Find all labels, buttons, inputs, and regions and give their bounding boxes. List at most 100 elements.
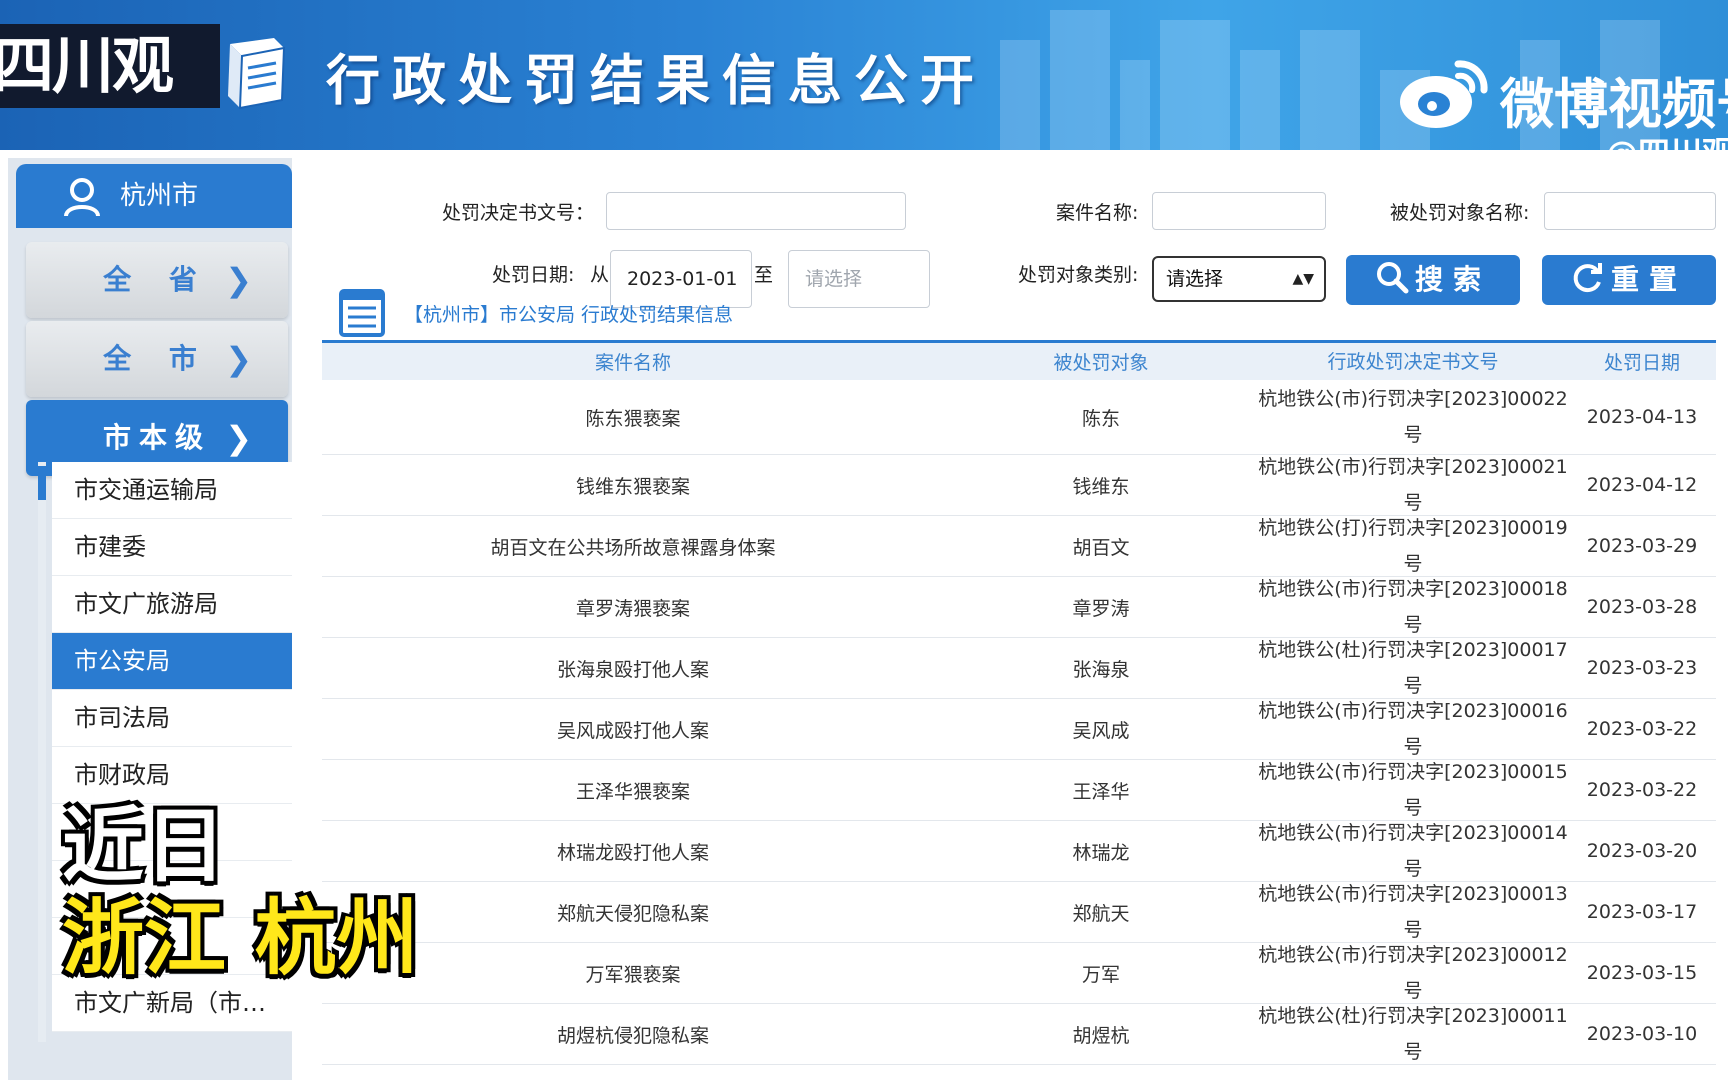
city-header[interactable]: 杭州市 — [16, 164, 292, 228]
cell-date: 2023-03-22 — [1586, 779, 1698, 801]
table-row[interactable]: 章罗涛猥亵案 章罗涛 杭地铁公(市)行罚决字[2023]00018号 2023-03-… — [322, 577, 1716, 638]
info-link[interactable]: 【杭州市】市公安局 行政处罚结果信息 — [404, 300, 733, 327]
table-row[interactable]: 张海泉殴打他人案 张海泉 杭地铁公(杜)行罚决字[2023]00017号 2023-0… — [322, 638, 1716, 699]
cell-case-name: 张海泉殴打他人案 — [556, 658, 709, 681]
header-date: 处罚日期 — [1603, 352, 1680, 374]
category-select-value: 请选择 — [1166, 268, 1224, 290]
cell-date: 2023-04-12 — [1586, 474, 1698, 496]
table-body: 陈东猥亵案 陈东 杭地铁公(市)行罚决字[2023]00022号 2023-04-13… — [322, 380, 1716, 1065]
header-case-name: 案件名称 — [594, 352, 671, 374]
caption-line-2: 浙江 杭州 — [62, 890, 419, 986]
select-arrows-icon: ▲▼ — [1292, 271, 1314, 287]
cell-target: 王泽华 — [1072, 780, 1130, 803]
scrollbar-thumb[interactable] — [38, 466, 46, 500]
search-button-label: 搜索 — [1414, 263, 1491, 296]
reset-button-label: 重置 — [1610, 263, 1687, 296]
watermark-handle: @四川观察 — [1606, 128, 1728, 150]
weibo-icon — [1400, 60, 1488, 128]
book-icon — [228, 38, 286, 110]
reset-button[interactable]: 重置 — [1542, 255, 1716, 305]
doc-number-label: 处罚决定书文号： — [442, 202, 595, 224]
table-row[interactable]: 吴风成殴打他人案 吴风成 杭地铁公(市)行罚决字[2023]00016号 2023-0… — [322, 699, 1716, 760]
sidebar-item-construction[interactable]: 市建委 — [52, 519, 292, 576]
sidebar-item-justice[interactable]: 市司法局 — [52, 690, 292, 747]
sidebar-button-city[interactable]: 全 市 ❯ — [26, 321, 288, 397]
table-row[interactable]: 王泽华猥亵案 王泽华 杭地铁公(市)行罚决字[2023]00015号 2023-03-… — [322, 760, 1716, 821]
scrollbar-track[interactable] — [38, 462, 46, 1042]
doc-number-input[interactable] — [606, 192, 906, 230]
date-from-label: 从 — [590, 264, 610, 286]
cell-target: 林瑞龙 — [1072, 841, 1130, 864]
cell-case-name: 吴风成殴打他人案 — [556, 719, 709, 742]
caption-line-1: 近日 — [62, 798, 227, 894]
cell-target: 胡百文 — [1072, 536, 1130, 559]
cell-target: 钱维东 — [1072, 475, 1130, 498]
date-label: 处罚日期: — [492, 264, 575, 286]
category-label: 处罚对象类别: — [1018, 264, 1139, 286]
page-title: 行政处罚结果信息公开 — [326, 49, 986, 112]
channel-logo: 四川观察 — [0, 24, 220, 108]
cell-target: 陈东 — [1081, 407, 1120, 430]
cell-date: 2023-03-28 — [1586, 596, 1698, 618]
cell-case-name: 钱维东猥亵案 — [575, 475, 690, 498]
main-panel: 杭州市 全 省 ❯ 全 市 ❯ 市本级 ❯ 市交通运输局 市建委 市文广旅游局 … — [0, 150, 1728, 1080]
cell-target: 张海泉 — [1072, 658, 1130, 681]
chevron-right-icon: ❯ — [225, 340, 252, 378]
cell-target: 章罗涛 — [1072, 597, 1130, 620]
cell-date: 2023-03-10 — [1586, 1023, 1698, 1045]
header-doc-number: 行政处罚决定书文号 — [1327, 350, 1499, 373]
cell-date: 2023-03-17 — [1586, 901, 1698, 923]
sidebar-button-label: 全 市 — [103, 342, 211, 375]
city-name: 杭州市 — [120, 181, 199, 211]
table-row[interactable]: 胡煜杭侵犯隐私案 胡煜杭 杭地铁公(杜)行罚决字[2023]00011号 2023-0… — [322, 1004, 1716, 1065]
table-row[interactable]: 林瑞龙殴打他人案 林瑞龙 杭地铁公(市)行罚决字[2023]00014号 2023-0… — [322, 821, 1716, 882]
table-row[interactable]: 胡百文在公共场所故意裸露身体案 胡百文 杭地铁公(打)行罚决字[2023]00019… — [322, 516, 1716, 577]
table-row[interactable]: 郑航天侵犯隐私案 郑航天 杭地铁公(市)行罚决字[2023]00013号 2023-0… — [322, 882, 1716, 943]
cell-date: 2023-03-29 — [1586, 535, 1698, 557]
cell-date: 2023-03-23 — [1586, 657, 1698, 679]
cell-date: 2023-04-13 — [1586, 406, 1698, 428]
cell-date: 2023-03-22 — [1586, 718, 1698, 740]
cell-case-name: 胡百文在公共场所故意裸露身体案 — [490, 536, 776, 559]
cell-case-name: 胡煜杭侵犯隐私案 — [556, 1024, 709, 1047]
case-name-input[interactable] — [1152, 192, 1326, 230]
sidebar-button-label: 全 省 — [103, 263, 211, 296]
table-row[interactable]: 钱维东猥亵案 钱维东 杭地铁公(市)行罚决字[2023]00021号 2023-04-… — [322, 455, 1716, 516]
cell-case-name: 章罗涛猥亵案 — [575, 597, 690, 620]
sidebar-button-label: 市本级 — [102, 421, 211, 454]
cell-target: 胡煜杭 — [1072, 1024, 1130, 1047]
chevron-right-icon: ❯ — [225, 261, 252, 299]
header-target: 被处罚对象 — [1053, 352, 1149, 374]
weibo-watermark: 微博视频号 @四川观察 — [1396, 56, 1728, 150]
cell-target: 吴风成 — [1072, 719, 1130, 742]
cell-target: 郑航天 — [1072, 902, 1130, 925]
search-button[interactable]: 搜索 — [1346, 255, 1520, 305]
cell-date: 2023-03-15 — [1586, 962, 1698, 984]
sidebar-item-culture-tourism[interactable]: 市文广旅游局 — [52, 576, 292, 633]
cell-date: 2023-03-20 — [1586, 840, 1698, 862]
case-name-label: 案件名称: — [1056, 202, 1139, 224]
sidebar-item-transport[interactable]: 市交通运输局 — [52, 462, 292, 519]
sidebar-item-public-security[interactable]: 市公安局 — [52, 633, 292, 690]
refresh-icon — [1573, 263, 1602, 293]
cell-doc-number: 杭地铁公(杜)行罚决字[2023]00011号 — [1258, 1005, 1568, 1063]
header-banner: 四川观察 行政处罚结果信息公开 微博视频号 @四川观察 — [0, 0, 1728, 150]
table-row[interactable]: 陈东猥亵案 陈东 杭地铁公(市)行罚决字[2023]00022号 2023-04-13 — [322, 380, 1716, 455]
category-select[interactable]: 请选择 ▲▼ — [1152, 256, 1326, 302]
cell-doc-number: 杭地铁公(市)行罚决字[2023]00022号 — [1258, 388, 1568, 446]
cell-target: 万军 — [1081, 963, 1120, 986]
search-icon — [1376, 262, 1409, 294]
video-caption: 近日 浙江 杭州 — [62, 800, 419, 984]
table-row[interactable]: 万军猥亵案 万军 杭地铁公(市)行罚决字[2023]00012号 2023-03-15 — [322, 943, 1716, 1004]
date-to-label: 至 — [754, 264, 774, 286]
sidebar-item-finance[interactable]: 市财政局 — [52, 747, 292, 804]
target-name-label: 被处罚对象名称: — [1390, 202, 1530, 224]
target-name-input[interactable] — [1544, 192, 1716, 230]
sidebar-button-province[interactable]: 全 省 ❯ — [26, 242, 288, 318]
table-header: 案件名称 被处罚对象 行政处罚决定书文号 处罚日期 — [322, 340, 1716, 380]
date-to-input[interactable]: 请选择 — [788, 250, 930, 308]
document-list-icon — [339, 289, 385, 337]
results-table: 案件名称 被处罚对象 行政处罚决定书文号 处罚日期 陈东猥亵案 陈东 杭地铁公(市)… — [322, 340, 1716, 1065]
cell-case-name: 陈东猥亵案 — [585, 407, 681, 430]
location-pin-icon — [64, 178, 100, 217]
